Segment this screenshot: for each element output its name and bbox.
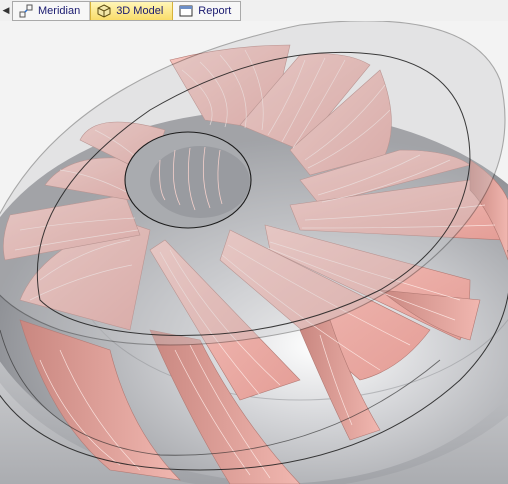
tab-meridian-label: Meridian [38, 4, 81, 17]
3d-model-viewport[interactable] [0, 21, 508, 484]
view-tabs: Meridian 3D Model Report [12, 0, 242, 21]
tab-report[interactable]: Report [173, 2, 240, 20]
tab-meridian[interactable]: Meridian [13, 1, 91, 20]
scroll-left-arrow-icon[interactable]: ◀ [0, 0, 12, 21]
tab-report-label: Report [198, 4, 232, 17]
tab-3d-model[interactable]: 3D Model [90, 1, 174, 20]
view-tab-bar: ◀ Meridian 3D Model Report [0, 0, 508, 21]
impeller-3d-render [0, 21, 508, 484]
meridian-icon [19, 4, 33, 18]
window-icon [179, 4, 193, 18]
tab-3d-model-label: 3D Model [116, 4, 164, 17]
cube-icon [97, 3, 111, 18]
